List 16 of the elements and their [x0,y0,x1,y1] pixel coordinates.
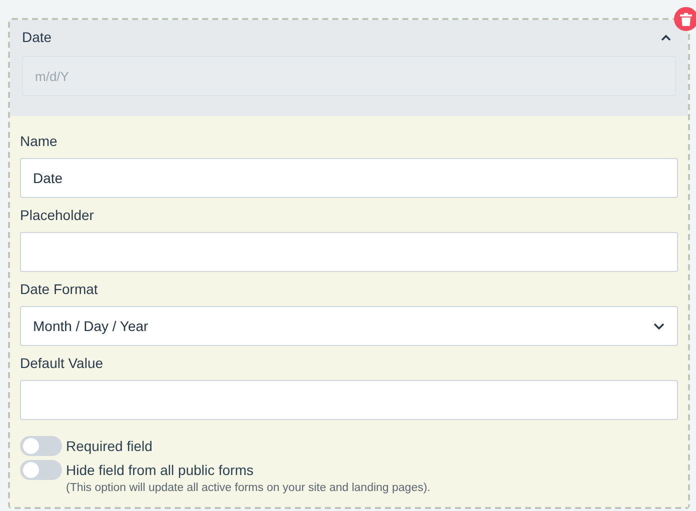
toggle-label: Required field [66,437,152,456]
field-label: Date Format [20,280,99,299]
trash-icon [680,12,692,26]
delete-button[interactable] [674,7,696,31]
toggle-note: (This option will update all active forms on your site and landing pages). [66,481,430,496]
field-label: Placeholder [20,206,95,225]
field-label: Default Value [20,354,104,373]
input-field[interactable] [20,380,678,420]
input-field[interactable] [20,232,678,272]
field-title: Date [22,28,52,47]
toggle-label: Hide field from all public forms [66,461,255,480]
input-field[interactable]: Date [20,158,678,198]
format-select[interactable]: Month / Day / Year [20,306,678,346]
toggle-switch[interactable] [20,436,62,456]
field-label: Name [20,132,58,151]
toggle-switch[interactable] [20,460,62,480]
